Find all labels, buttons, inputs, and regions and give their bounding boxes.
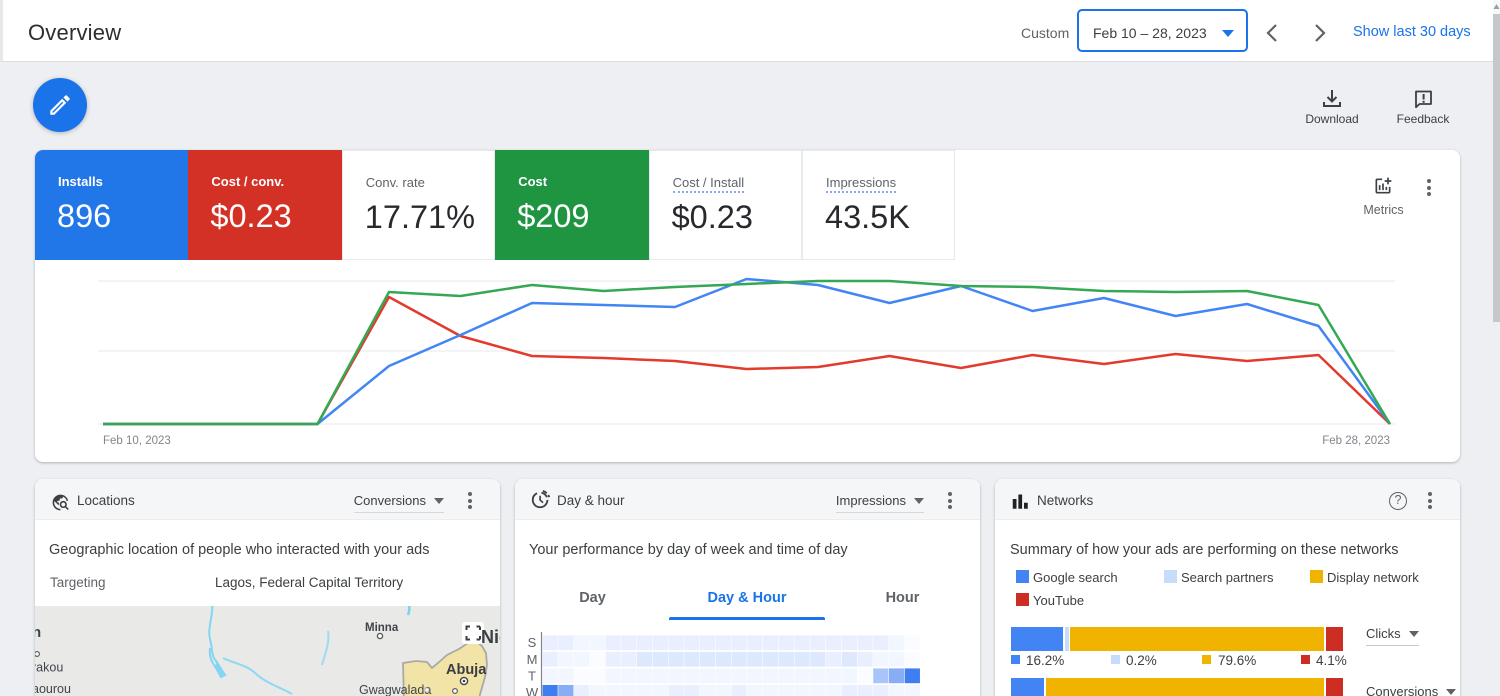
- svg-text:S: S: [528, 635, 537, 650]
- svg-text:Feb 28, 2023: Feb 28, 2023: [1322, 435, 1390, 447]
- svg-text:Feb 10, 2023: Feb 10, 2023: [103, 435, 171, 447]
- svg-text:Abuja: Abuja: [446, 662, 487, 678]
- svg-text:n: n: [35, 624, 41, 641]
- svg-text:Gwagwalada: Gwagwalada: [359, 683, 431, 696]
- svg-text:W: W: [526, 685, 539, 696]
- svg-text:T: T: [528, 668, 536, 683]
- svg-text:Minna: Minna: [365, 622, 399, 634]
- svg-text:M: M: [527, 652, 538, 667]
- svg-text:rakou: rakou: [35, 661, 63, 675]
- svg-text:aourou: aourou: [35, 682, 71, 696]
- svg-text:Nig: Nig: [481, 627, 500, 647]
